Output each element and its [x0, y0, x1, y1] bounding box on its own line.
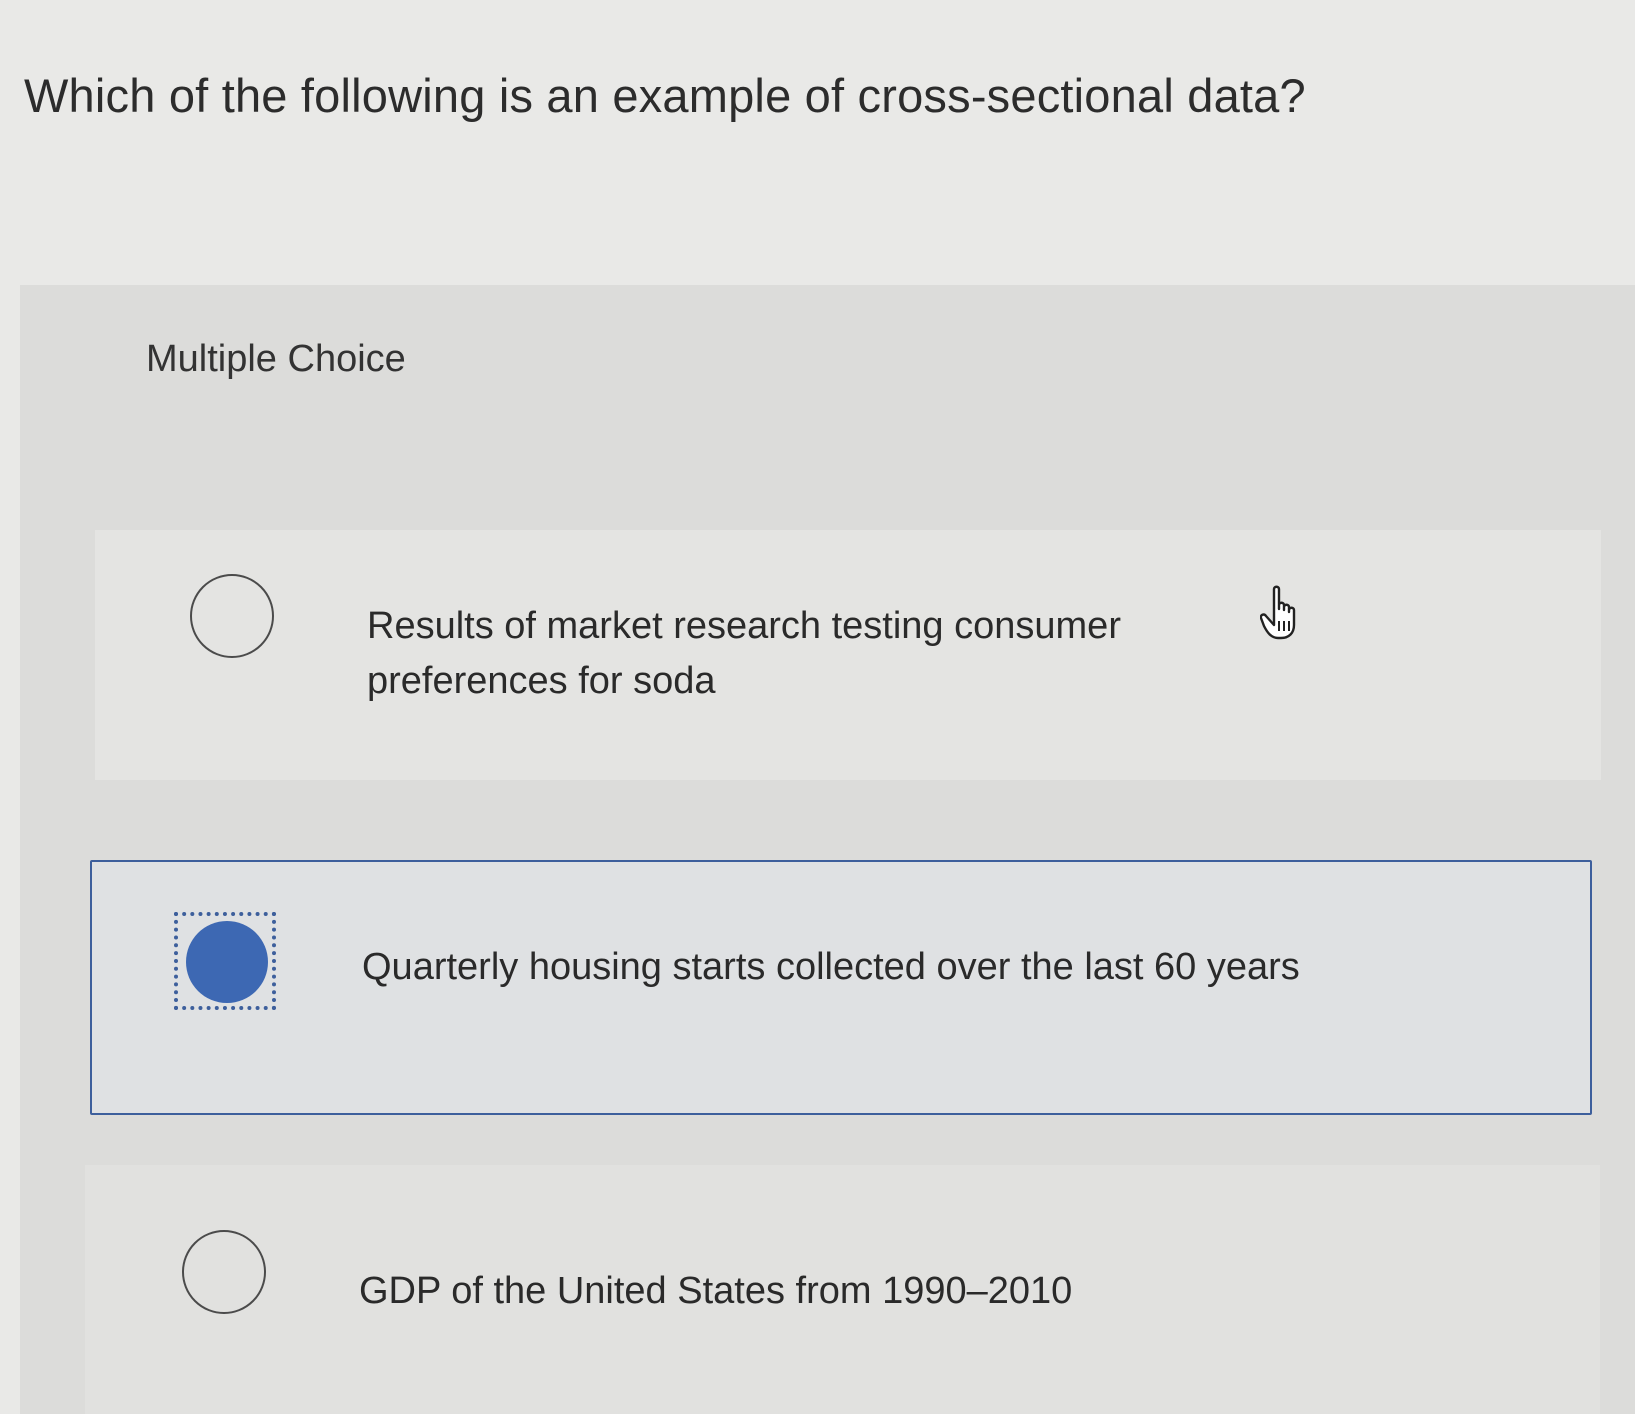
question-text: Which of the following is an example of … [24, 69, 1306, 122]
panel-label: Multiple Choice [146, 338, 406, 380]
choice-option-selected[interactable]: Quarterly housing starts collected over … [90, 860, 1592, 1115]
radio-button-selected[interactable] [186, 921, 268, 1003]
radio-button-unselected[interactable] [190, 574, 274, 658]
choice-option[interactable]: GDP of the United States from 1990–2010 [85, 1165, 1600, 1414]
radio-button-unselected[interactable] [182, 1230, 266, 1314]
multiple-choice-panel: Multiple Choice Results of market resear… [20, 285, 1635, 1414]
radio-focus-ring [174, 912, 276, 1010]
choice-option-text: Quarterly housing starts collected over … [362, 946, 1300, 988]
choice-option[interactable]: Results of market research testing consu… [95, 530, 1601, 780]
choice-option-text: GDP of the United States from 1990–2010 [359, 1270, 1073, 1312]
choice-option-text: Results of market research testing consu… [367, 605, 1121, 702]
hand-pointer-icon [1260, 585, 1296, 640]
